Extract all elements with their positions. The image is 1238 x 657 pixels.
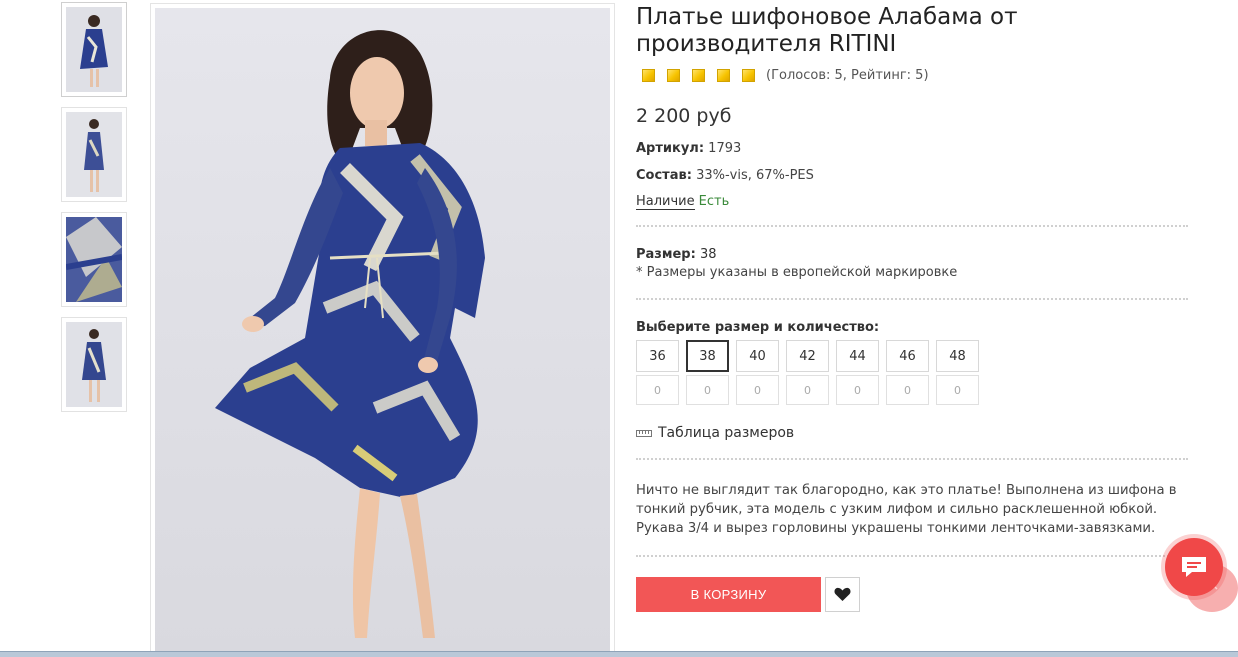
size-option: 48	[936, 340, 979, 405]
size-button-36[interactable]: 36	[636, 340, 679, 372]
star-icon[interactable]	[742, 68, 755, 82]
size-button-48[interactable]: 48	[936, 340, 979, 372]
quantity-input-46[interactable]	[886, 375, 929, 405]
heart-icon	[834, 587, 851, 601]
chat-icon	[1182, 557, 1206, 577]
quantity-input-44[interactable]	[836, 375, 879, 405]
thumbnail-gallery	[61, 2, 128, 422]
size-table-label: Таблица размеров	[658, 425, 795, 441]
size-button-38[interactable]: 38	[686, 340, 729, 372]
size-option: 42	[786, 340, 829, 405]
size-option: 44	[836, 340, 879, 405]
divider	[636, 555, 1188, 557]
thumbnail-image	[66, 322, 122, 407]
quantity-input-38[interactable]	[686, 375, 729, 405]
divider	[636, 458, 1188, 460]
thumbnail-image	[66, 7, 122, 92]
size-table-link[interactable]: Таблица размеров	[636, 425, 1192, 441]
product-description: Ничто не выглядит так благородно, как эт…	[636, 483, 1177, 536]
stock-row: Наличие Есть	[636, 194, 1192, 210]
star-icon[interactable]	[692, 68, 705, 82]
product-photo	[155, 8, 610, 652]
size-button-42[interactable]: 42	[786, 340, 829, 372]
product-title: Платье шифоновое Алабама от производител…	[636, 4, 1018, 57]
size-option: 40	[736, 340, 779, 405]
size-button-44[interactable]: 44	[836, 340, 879, 372]
quantity-input-36[interactable]	[636, 375, 679, 405]
size-label: Размер:	[636, 247, 696, 262]
quantity-input-42[interactable]	[786, 375, 829, 405]
size-note: * Размеры указаны в европейской маркиров…	[636, 265, 958, 280]
stock-label[interactable]: Наличие	[636, 194, 695, 210]
chat-button[interactable]	[1165, 538, 1223, 596]
rating-votes: (Голосов: 5, Рейтинг: 5)	[766, 67, 929, 83]
main-product-image[interactable]	[150, 3, 615, 657]
thumbnail-4[interactable]	[61, 317, 127, 412]
thumbnail-image	[66, 217, 122, 302]
size-option: 36	[636, 340, 679, 405]
thumbnail-3[interactable]	[61, 212, 127, 307]
add-to-cart-button[interactable]: В КОРЗИНУ	[636, 577, 821, 612]
quantity-input-40[interactable]	[736, 375, 779, 405]
size-value: 38	[699, 247, 717, 262]
size-info: Размер: 38 * Размеры указаны в европейск…	[636, 247, 1192, 280]
size-option: 38	[686, 340, 729, 405]
size-option: 46	[886, 340, 929, 405]
article-label: Артикул:	[636, 141, 705, 156]
thumbnail-2[interactable]	[61, 107, 127, 202]
product-info: Платье шифоновое Алабама от производител…	[636, 0, 1192, 612]
star-icon[interactable]	[717, 68, 730, 82]
quantity-input-48[interactable]	[936, 375, 979, 405]
product-price: 2 200 руб	[636, 105, 732, 127]
article-value: 1793	[708, 141, 742, 156]
divider	[636, 298, 1188, 300]
composition-label: Состав:	[636, 168, 692, 183]
rating: (Голосов: 5, Рейтинг: 5)	[642, 67, 1192, 83]
star-icon[interactable]	[642, 68, 655, 82]
star-icon[interactable]	[667, 68, 680, 82]
article-row: Артикул: 1793	[636, 141, 1192, 156]
size-button-46[interactable]: 46	[886, 340, 929, 372]
size-button-40[interactable]: 40	[736, 340, 779, 372]
divider	[636, 225, 1188, 227]
bottom-edge-strip	[0, 651, 1238, 657]
composition-value: 33%-vis, 67%-PES	[696, 168, 814, 183]
thumbnail-image	[66, 112, 122, 197]
ruler-icon	[636, 429, 652, 437]
composition-row: Состав: 33%-vis, 67%-PES	[636, 168, 1192, 183]
favorite-button[interactable]	[825, 577, 860, 612]
size-selector: 36 38 40 42 44 46 48	[636, 340, 1192, 405]
thumbnail-1[interactable]	[61, 2, 127, 97]
choose-size-label: Выберите размер и количество:	[636, 320, 880, 335]
buy-row: В КОРЗИНУ	[636, 577, 1192, 612]
stock-value: Есть	[698, 194, 730, 209]
